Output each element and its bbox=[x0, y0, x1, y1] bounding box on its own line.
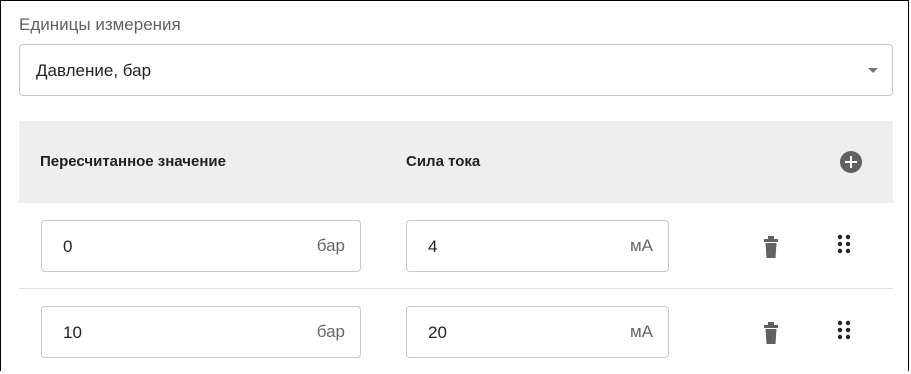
column-header-current: Сила тока bbox=[406, 153, 481, 170]
table-row: 0 бар 4 мА bbox=[19, 203, 893, 289]
unit-settings-panel: Единицы измерения Давление, бар Пересчит… bbox=[0, 0, 909, 371]
drag-handle-icon[interactable] bbox=[837, 234, 851, 254]
recalculated-unit: бар bbox=[316, 236, 345, 255]
units-select[interactable]: Давление, бар bbox=[19, 44, 893, 96]
recalculated-value: 0 bbox=[63, 237, 73, 256]
current-value: 4 bbox=[428, 237, 438, 256]
recalculated-value: 10 bbox=[63, 323, 82, 342]
recalculated-value-input[interactable]: 10 бар bbox=[41, 306, 361, 358]
units-label: Единицы измерения bbox=[19, 15, 181, 34]
drag-handle-icon[interactable] bbox=[837, 320, 851, 340]
current-value-input[interactable]: 20 мА bbox=[406, 306, 669, 358]
chevron-down-icon bbox=[868, 68, 878, 73]
trash-icon[interactable] bbox=[764, 236, 778, 258]
table-row: 10 бар 20 мА bbox=[19, 289, 893, 374]
units-select-value: Давление, бар bbox=[36, 61, 152, 80]
column-header-recalculated: Пересчитанное значение bbox=[40, 153, 226, 170]
recalculated-unit: бар bbox=[316, 322, 345, 341]
add-row-button[interactable] bbox=[840, 151, 862, 173]
current-unit: мА bbox=[629, 322, 653, 341]
recalculated-value-input[interactable]: 0 бар bbox=[41, 220, 361, 272]
trash-icon[interactable] bbox=[764, 322, 778, 344]
current-value-input[interactable]: 4 мА bbox=[406, 220, 669, 272]
current-unit: мА bbox=[629, 236, 653, 255]
current-value: 20 bbox=[428, 323, 447, 342]
table-header: Пересчитанное значение Сила тока bbox=[19, 121, 893, 203]
